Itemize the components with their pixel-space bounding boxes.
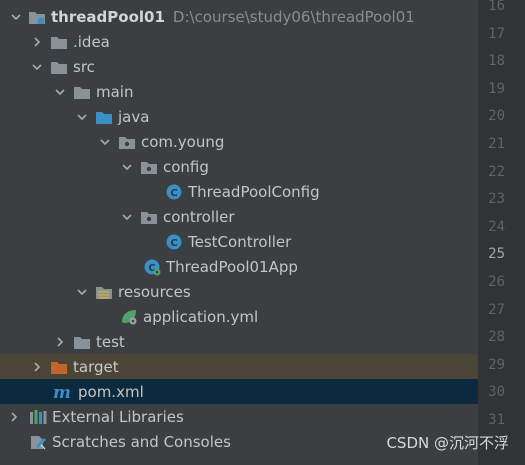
tree-item-test[interactable]: test (0, 329, 478, 354)
tree-label: src (73, 57, 95, 76)
package-icon (140, 208, 158, 226)
tree-label: com.young (141, 132, 225, 151)
tree-item-config[interactable]: config (0, 154, 478, 179)
tree-item-threadpoolconfig[interactable]: C ThreadPoolConfig (0, 179, 478, 204)
svg-text:m: m (53, 383, 71, 401)
spring-config-icon (120, 308, 138, 326)
chevron-right-icon[interactable] (29, 34, 45, 50)
tree-label: .idea (73, 32, 110, 51)
tree-item-application-yml[interactable]: application.yml (0, 304, 478, 329)
tree-label: ThreadPoolConfig (188, 182, 320, 201)
libraries-icon (29, 408, 47, 426)
tree-item-testcontroller[interactable]: C TestController (0, 229, 478, 254)
tree-item-external-libraries[interactable]: External Libraries (0, 404, 478, 429)
chevron-down-icon[interactable] (74, 109, 90, 125)
spring-boot-app-icon: C (143, 258, 161, 276)
tree-item-controller[interactable]: controller (0, 204, 478, 229)
tree-item-main[interactable]: main (0, 79, 478, 104)
package-icon (118, 133, 136, 151)
project-path: D:\course\study06\threadPool01 (172, 7, 415, 26)
line-number: 22 (488, 163, 505, 180)
watermark: CSDN @沉河不浮 (386, 434, 509, 452)
chevron-right-icon[interactable] (52, 334, 68, 350)
tree-item-src[interactable]: src (0, 54, 478, 79)
chevron-down-icon[interactable] (8, 9, 24, 25)
tree-label: resources (118, 282, 191, 301)
tree-item-target[interactable]: target (0, 354, 478, 379)
class-icon: C (165, 183, 183, 201)
tree-label: test (96, 332, 125, 351)
line-number: 16 (488, 0, 505, 14)
line-number-gutter: 16 17 18 19 20 21 22 23 24 25 26 27 28 29 30 31 (478, 0, 525, 465)
tree-label: TestController (188, 232, 292, 251)
scratches-icon (29, 433, 47, 451)
line-number: 29 (488, 356, 505, 373)
tree-label: Scratches and Consoles (52, 432, 231, 451)
line-number: 20 (488, 108, 505, 125)
chevron-down-icon[interactable] (97, 134, 113, 150)
line-number: 24 (488, 218, 505, 235)
line-number: 28 (488, 329, 505, 346)
line-number: 27 (488, 301, 505, 318)
line-number: 31 (488, 412, 505, 428)
tree-item-project-root[interactable]: threadPool01 D:\course\study06\threadPoo… (0, 4, 478, 29)
tree-item-com-young[interactable]: com.young (0, 129, 478, 154)
line-number: 18 (488, 53, 505, 70)
excluded-folder-icon (50, 358, 68, 376)
tree-label: ThreadPool01App (166, 257, 298, 276)
tree-label: controller (163, 207, 235, 226)
tree-item-java[interactable]: java (0, 104, 478, 129)
maven-icon: m (51, 383, 73, 401)
folder-icon (73, 83, 91, 101)
chevron-down-icon[interactable] (29, 59, 45, 75)
line-number: 21 (488, 136, 505, 152)
project-tree: threadPool01 D:\course\study06\threadPoo… (0, 0, 478, 465)
line-number: 17 (488, 25, 505, 42)
tree-item-idea[interactable]: .idea (0, 29, 478, 54)
tree-label: pom.xml (78, 382, 144, 401)
tree-label: application.yml (143, 307, 259, 326)
tree-item-resources[interactable]: resources (0, 279, 478, 304)
chevron-down-icon[interactable] (52, 84, 68, 100)
chevron-down-icon[interactable] (74, 284, 90, 300)
folder-icon (73, 333, 91, 351)
source-folder-icon (95, 108, 113, 126)
line-number: 19 (488, 80, 505, 97)
chevron-right-icon[interactable] (6, 409, 22, 425)
class-icon: C (165, 233, 183, 251)
tree-item-threadpool01app[interactable]: C ThreadPool01App (0, 254, 478, 279)
resources-folder-icon (95, 283, 113, 301)
svg-text:C: C (170, 188, 177, 199)
chevron-down-icon[interactable] (119, 159, 135, 175)
tree-label: main (96, 82, 134, 101)
project-name: threadPool01 (51, 7, 165, 26)
tree-label: config (163, 157, 209, 176)
line-number: 26 (488, 274, 505, 290)
folder-icon (50, 33, 68, 51)
line-number: 25 (488, 246, 505, 263)
svg-text:C: C (170, 238, 177, 249)
folder-icon (50, 58, 68, 76)
tree-label: java (118, 107, 150, 126)
chevron-right-icon[interactable] (29, 359, 45, 375)
package-icon (140, 158, 158, 176)
tree-item-pom-xml[interactable]: m pom.xml (0, 379, 478, 404)
line-number: 30 (488, 384, 505, 401)
tree-label: External Libraries (52, 407, 184, 426)
chevron-down-icon[interactable] (119, 209, 135, 225)
tree-label: target (73, 357, 119, 376)
line-number: 23 (488, 191, 505, 208)
module-folder-icon (28, 8, 46, 26)
